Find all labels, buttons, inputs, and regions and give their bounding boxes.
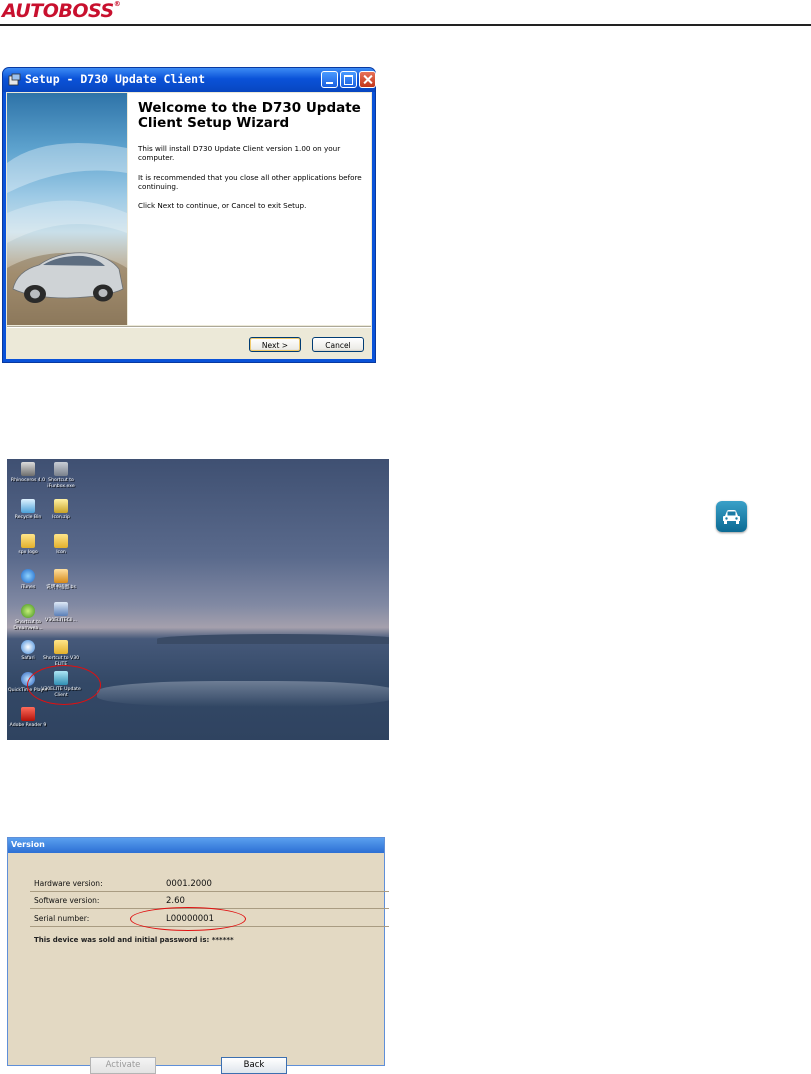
desktop-icon-v30-elite-folder[interactable]: Shortcut to V30 ELITE xyxy=(40,640,82,667)
version-title: Version xyxy=(11,840,45,849)
close-button[interactable] xyxy=(359,71,376,88)
autoboss-logo: AUTOBOSS® xyxy=(2,0,121,22)
desktop-icon-v30elite-client[interactable]: V30ELITECli... xyxy=(40,602,82,624)
sold-device-note: This device was sold and initial passwor… xyxy=(34,936,234,944)
update-client-highlight xyxy=(27,665,101,705)
wizard-content-panel: Welcome to the D730 Update Client Setup … xyxy=(128,93,371,325)
adobe-reader-icon xyxy=(21,707,35,721)
version-titlebar: Version xyxy=(8,838,384,853)
desktop-icon-icon-folder[interactable]: Icon xyxy=(40,534,82,556)
installer-icon xyxy=(54,602,68,616)
document-icon xyxy=(54,569,68,583)
header-divider xyxy=(0,24,811,26)
hardware-version-value: 0001.2000 xyxy=(166,879,212,889)
setup-window-titlebar[interactable]: Setup - D730 Update Client xyxy=(3,68,376,92)
car-diagnostic-app-icon xyxy=(716,501,747,532)
minimize-button[interactable] xyxy=(321,71,338,88)
cancel-button[interactable]: Cancel xyxy=(312,337,364,352)
distant-shoreline xyxy=(157,634,389,644)
back-button[interactable]: Back xyxy=(221,1057,287,1074)
hardware-version-label: Hardware version: xyxy=(34,879,103,888)
desktop-icon-icon-zip[interactable]: Icon.zip xyxy=(40,499,82,521)
serial-number-highlight xyxy=(130,907,246,931)
setup-window-title: Setup - D730 Update Client xyxy=(25,72,206,86)
wizard-install-text: This will install D730 Update Client ver… xyxy=(138,144,341,162)
registered-mark: ® xyxy=(113,0,121,8)
setup-app-icon xyxy=(8,73,21,86)
folder-icon xyxy=(21,534,35,548)
setup-wizard-window: Setup - D730 Update Client Welcome to th… xyxy=(3,68,376,362)
activate-button[interactable]: Activate xyxy=(90,1057,156,1074)
next-button[interactable]: Next > xyxy=(249,337,301,352)
software-version-label: Software version: xyxy=(34,896,100,905)
serial-number-label: Serial number: xyxy=(34,914,90,923)
version-panel: Version Hardware version: 0001.2000 Soft… xyxy=(7,837,389,1074)
brand-name: AUTOBOSS xyxy=(2,0,114,22)
wizard-recommend-text: It is recommended that you close all oth… xyxy=(138,173,362,191)
safari-icon xyxy=(21,640,35,654)
desktop-screenshot: Rhinoceros 4.0 Shortcut to iFunbox.exe R… xyxy=(7,459,389,740)
folder-icon xyxy=(54,640,68,654)
desktop-icon-ifunbox[interactable]: Shortcut to iFunbox.exe xyxy=(40,462,82,489)
desktop-icon-adobe-reader[interactable]: Adobe Reader 9 xyxy=(7,707,49,729)
wizard-instructions-text: Click Next to continue, or Cancel to exi… xyxy=(138,201,307,210)
maximize-button[interactable] xyxy=(340,71,357,88)
recycle-bin-icon xyxy=(21,499,35,513)
zip-icon xyxy=(54,499,68,513)
dreamweaver-icon xyxy=(21,604,35,618)
iphone-icon xyxy=(54,462,68,476)
wizard-car-image xyxy=(7,93,127,325)
wizard-footer-divider xyxy=(7,326,371,327)
wizard-heading: Welcome to the D730 Update Client Setup … xyxy=(138,100,361,131)
desktop-icon-manual-document[interactable]: 说明书插图.bs xyxy=(40,569,82,591)
itunes-icon xyxy=(21,569,35,583)
row-divider xyxy=(30,891,389,892)
sea-wave xyxy=(97,681,389,707)
rhino-icon xyxy=(21,462,35,476)
setup-window-body: Welcome to the D730 Update Client Setup … xyxy=(6,92,372,359)
software-version-value: 2.60 xyxy=(166,896,185,906)
folder-icon xyxy=(54,534,68,548)
